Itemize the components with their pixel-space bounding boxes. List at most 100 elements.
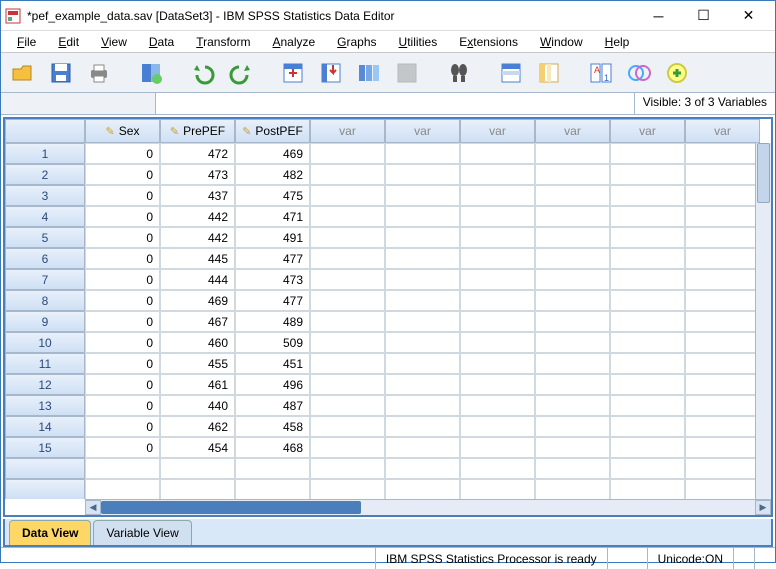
maximize-button[interactable]: ☐: [681, 2, 726, 30]
col-header-sex[interactable]: ✎Sex: [85, 119, 160, 143]
menu-edit[interactable]: Edit: [48, 33, 89, 51]
menu-utilities[interactable]: Utilities: [389, 33, 448, 51]
cell-empty[interactable]: [310, 227, 385, 248]
cell-sex[interactable]: 0: [85, 227, 160, 248]
cell-empty[interactable]: [685, 227, 760, 248]
cell-empty[interactable]: [310, 311, 385, 332]
row-header-empty[interactable]: [5, 458, 85, 479]
cell-empty[interactable]: [685, 269, 760, 290]
row-header[interactable]: 5: [5, 227, 85, 248]
cell-empty[interactable]: [685, 479, 760, 499]
hscroll-thumb[interactable]: [101, 501, 361, 514]
cell-empty[interactable]: [310, 458, 385, 479]
col-header-empty[interactable]: var: [610, 119, 685, 143]
cell-empty[interactable]: [310, 143, 385, 164]
col-header-empty[interactable]: var: [535, 119, 610, 143]
cell-prepef[interactable]: 442: [160, 206, 235, 227]
cell-empty[interactable]: [535, 395, 610, 416]
cell-empty[interactable]: [685, 416, 760, 437]
menu-extensions[interactable]: Extensions: [449, 33, 528, 51]
row-header[interactable]: 3: [5, 185, 85, 206]
cell-postpef[interactable]: 471: [235, 206, 310, 227]
tab-variable-view[interactable]: Variable View: [93, 520, 191, 545]
cell-sex[interactable]: 0: [85, 416, 160, 437]
cell-empty[interactable]: [535, 479, 610, 499]
cell-empty[interactable]: [310, 395, 385, 416]
row-header[interactable]: 7: [5, 269, 85, 290]
insert-cases-icon[interactable]: [495, 57, 527, 89]
cell-empty[interactable]: [310, 185, 385, 206]
cell-postpef[interactable]: 487: [235, 395, 310, 416]
cell-empty[interactable]: [685, 437, 760, 458]
cell-empty[interactable]: [535, 164, 610, 185]
close-button[interactable]: ✕: [726, 2, 771, 30]
row-header[interactable]: 11: [5, 353, 85, 374]
select-cases-icon[interactable]: [661, 57, 693, 89]
redo-icon[interactable]: [225, 57, 257, 89]
menu-transform[interactable]: Transform: [186, 33, 260, 51]
cell-prepef[interactable]: 460: [160, 332, 235, 353]
cell-empty[interactable]: [685, 458, 760, 479]
cell-postpef[interactable]: 477: [235, 290, 310, 311]
cell-empty[interactable]: [385, 416, 460, 437]
cell-empty[interactable]: [310, 290, 385, 311]
cell-empty[interactable]: [535, 458, 610, 479]
row-header[interactable]: 2: [5, 164, 85, 185]
cell-empty[interactable]: [535, 269, 610, 290]
cell-empty[interactable]: [460, 479, 535, 499]
cell-empty[interactable]: [610, 479, 685, 499]
print-icon[interactable]: [83, 57, 115, 89]
goto-variable-icon[interactable]: [315, 57, 347, 89]
cell-postpef[interactable]: 477: [235, 248, 310, 269]
cell-empty[interactable]: [385, 269, 460, 290]
cell-empty[interactable]: [385, 395, 460, 416]
row-header[interactable]: 12: [5, 374, 85, 395]
cell-postpef[interactable]: 496: [235, 374, 310, 395]
cell-postpef[interactable]: 469: [235, 143, 310, 164]
cell-empty[interactable]: [235, 458, 310, 479]
cell-empty[interactable]: [535, 374, 610, 395]
cell-postpef[interactable]: 489: [235, 311, 310, 332]
cell-sex[interactable]: 0: [85, 164, 160, 185]
cell-empty[interactable]: [385, 437, 460, 458]
cell-empty[interactable]: [385, 374, 460, 395]
row-header[interactable]: 8: [5, 290, 85, 311]
goto-case-icon[interactable]: [277, 57, 309, 89]
cell-empty[interactable]: [685, 143, 760, 164]
cell-empty[interactable]: [385, 185, 460, 206]
cell-empty[interactable]: [685, 395, 760, 416]
cell-postpef[interactable]: 509: [235, 332, 310, 353]
cell-empty[interactable]: [310, 164, 385, 185]
cell-empty[interactable]: [610, 374, 685, 395]
row-header[interactable]: 4: [5, 206, 85, 227]
horizontal-scrollbar[interactable]: ◀ ▶: [85, 499, 771, 515]
cell-prepef[interactable]: 444: [160, 269, 235, 290]
cell-postpef[interactable]: 482: [235, 164, 310, 185]
cell-postpef[interactable]: 491: [235, 227, 310, 248]
cell-prepef[interactable]: 454: [160, 437, 235, 458]
cell-prepef[interactable]: 440: [160, 395, 235, 416]
cell-postpef[interactable]: 473: [235, 269, 310, 290]
scroll-right-icon[interactable]: ▶: [755, 500, 771, 515]
cell-empty[interactable]: [460, 269, 535, 290]
cell-empty[interactable]: [685, 164, 760, 185]
menu-file[interactable]: File: [7, 33, 46, 51]
cell-empty[interactable]: [385, 479, 460, 499]
recall-dialog-icon[interactable]: [135, 57, 167, 89]
vertical-scrollbar[interactable]: [755, 143, 771, 499]
cell-prepef[interactable]: 469: [160, 290, 235, 311]
cell-empty[interactable]: [460, 353, 535, 374]
cell-empty[interactable]: [610, 395, 685, 416]
col-header-empty[interactable]: var: [310, 119, 385, 143]
minimize-button[interactable]: ─: [636, 2, 681, 30]
cell-postpef[interactable]: 475: [235, 185, 310, 206]
cell-empty[interactable]: [610, 248, 685, 269]
col-header-empty[interactable]: var: [685, 119, 760, 143]
cell-empty[interactable]: [310, 374, 385, 395]
row-header[interactable]: 6: [5, 248, 85, 269]
row-header[interactable]: 1: [5, 143, 85, 164]
row-header-empty[interactable]: [5, 479, 85, 499]
cell-empty[interactable]: [310, 332, 385, 353]
cell-empty[interactable]: [460, 416, 535, 437]
cell-empty[interactable]: [460, 206, 535, 227]
